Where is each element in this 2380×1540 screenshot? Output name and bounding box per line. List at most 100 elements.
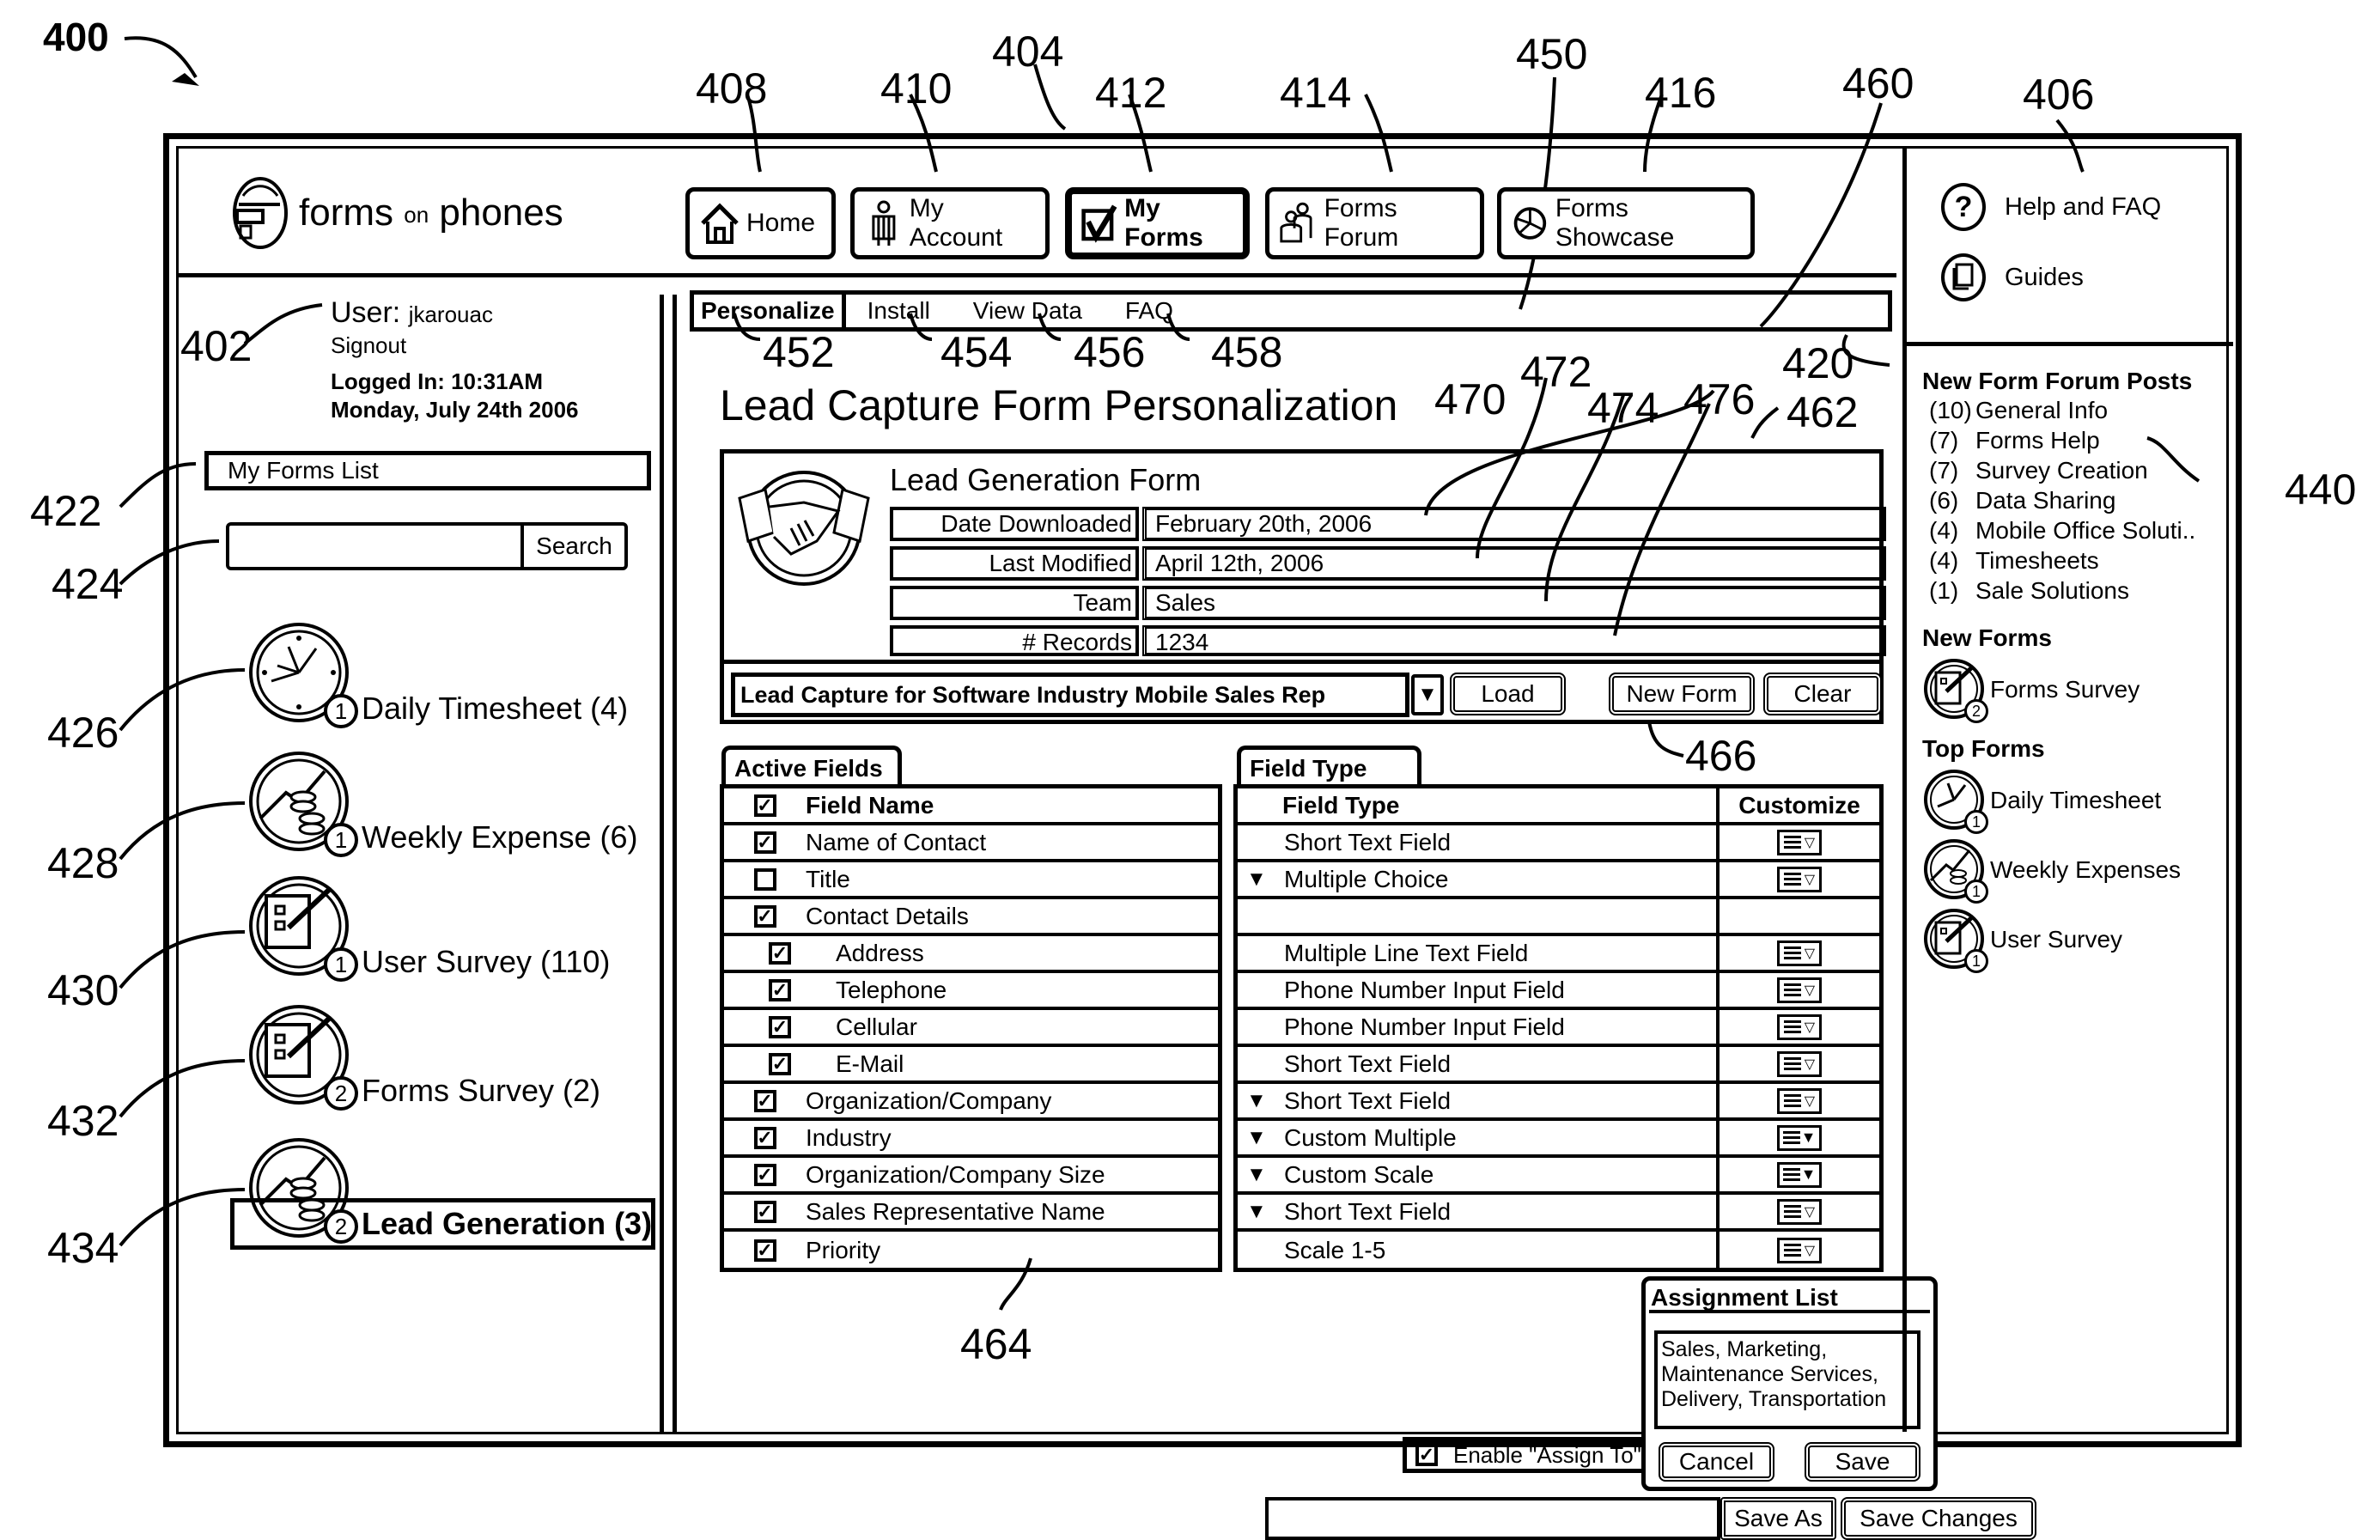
field-type-cell[interactable]: ▼ Multiple Choice bbox=[1238, 866, 1716, 893]
dropdown-arrow-icon[interactable]: ▼ bbox=[1411, 674, 1444, 715]
field-checkbox[interactable]: ✓ bbox=[753, 904, 776, 928]
field-type-cell[interactable]: Short Text Field bbox=[1238, 1050, 1716, 1078]
form-list-item-daily-timesheet[interactable]: 1 Daily Timesheet (4) bbox=[247, 621, 628, 728]
table-row: ✓ E-Mail bbox=[724, 1047, 1218, 1084]
customize-icon[interactable]: ▽ bbox=[1777, 829, 1822, 855]
customize-icon[interactable]: ▽ bbox=[1777, 1198, 1822, 1225]
field-type-cell[interactable]: Multiple Line Text Field bbox=[1238, 940, 1716, 967]
field-checkbox[interactable]: ✓ bbox=[753, 831, 776, 854]
field-types-rows: Short Text Field ▽ ▼ Multiple Choice ▽ Multip… bbox=[1238, 825, 1879, 1269]
field-name: Cellular bbox=[836, 1013, 917, 1040]
form-badge: 1 bbox=[324, 823, 358, 857]
field-checkbox[interactable]: ✓ bbox=[769, 1015, 791, 1038]
signout-link[interactable]: Signout bbox=[331, 332, 579, 360]
customize-icon[interactable]: ▽ bbox=[1777, 1013, 1822, 1040]
my-forms-list-header[interactable]: My Forms List bbox=[204, 451, 651, 490]
save-as-name-input[interactable] bbox=[1265, 1497, 1720, 1540]
field-checkbox[interactable] bbox=[753, 867, 776, 891]
forum-post-link[interactable]: (7) Survey Creation bbox=[1922, 455, 2223, 485]
sidebar-scrollbar[interactable] bbox=[660, 295, 677, 1432]
new-form-button[interactable]: New Form bbox=[1609, 673, 1755, 715]
form-list-item-user-survey[interactable]: 1 User Survey (110) bbox=[247, 874, 610, 982]
field-checkbox[interactable]: ✓ bbox=[753, 1200, 776, 1223]
forum-post-link[interactable]: (4) Mobile Office Soluti.. bbox=[1922, 515, 2223, 545]
search-input[interactable] bbox=[229, 526, 524, 567]
customize-icon[interactable]: ▼ bbox=[1777, 1161, 1822, 1188]
tab-faq[interactable]: FAQ bbox=[1104, 297, 1195, 325]
tab-install[interactable]: Install bbox=[846, 297, 952, 325]
customize-icon[interactable]: ▽ bbox=[1777, 977, 1822, 1003]
form-list-item-lead-generation[interactable]: 2 Lead Generation (3) bbox=[247, 1136, 652, 1244]
field-checkbox[interactable]: ✓ bbox=[753, 1089, 776, 1112]
nav-my-forms-button[interactable]: My Forms bbox=[1065, 187, 1250, 259]
forum-post-link[interactable]: (6) Data Sharing bbox=[1922, 485, 2223, 515]
template-select[interactable]: Lead Capture for Software Industry Mobil… bbox=[731, 673, 1409, 717]
customize-icon[interactable]: ▽ bbox=[1777, 1050, 1822, 1077]
form-name: Lead Generation Form bbox=[890, 462, 1202, 497]
guides-link[interactable]: Guides bbox=[1941, 253, 2084, 301]
field-type-cell[interactable]: ▼ Custom Multiple bbox=[1238, 1124, 1716, 1152]
table-row: ▼ Custom Multiple ▼ bbox=[1238, 1121, 1879, 1158]
popup-save-button[interactable]: Save bbox=[1805, 1442, 1920, 1482]
form-icon-wrapper: 1 bbox=[1922, 768, 1988, 834]
nav-forms-showcase-button[interactable]: Forms Showcase bbox=[1497, 187, 1755, 259]
field-checkbox[interactable]: ✓ bbox=[753, 1126, 776, 1149]
help-faq-link[interactable]: ? Help and FAQ bbox=[1941, 183, 2161, 231]
checkbox-cell: ✓ bbox=[724, 904, 806, 928]
enable-assign-to-checkbox[interactable]: ✓ bbox=[1415, 1444, 1438, 1466]
field-type-cell[interactable]: ▼ Short Text Field bbox=[1238, 1198, 1716, 1226]
field-checkbox[interactable]: ✓ bbox=[769, 941, 791, 965]
save-changes-button[interactable]: Save Changes bbox=[1841, 1497, 2036, 1540]
field-type-cell[interactable]: ▼ Short Text Field bbox=[1238, 1087, 1716, 1115]
search-button[interactable]: Search bbox=[524, 526, 624, 567]
app-window-inner: forms on phones Home My Account My Forms… bbox=[176, 146, 2233, 1540]
logo[interactable]: forms on phones bbox=[230, 174, 563, 252]
popup-cancel-button[interactable]: Cancel bbox=[1659, 1442, 1774, 1482]
sidebar-form-link[interactable]: 2 Forms Survey bbox=[1922, 657, 2223, 723]
field-type-cell[interactable]: Phone Number Input Field bbox=[1238, 977, 1716, 1004]
form-label: Weekly Expense (6) bbox=[362, 819, 638, 855]
field-type: Short Text Field bbox=[1284, 1087, 1452, 1114]
field-checkbox[interactable]: ✓ bbox=[753, 1163, 776, 1186]
field-type-cell[interactable]: Scale 1-5 bbox=[1238, 1237, 1716, 1264]
forum-post-link[interactable]: (1) Sale Solutions bbox=[1922, 575, 2223, 606]
field-type-cell[interactable]: Short Text Field bbox=[1238, 829, 1716, 856]
tab-active-fields[interactable]: Active Fields bbox=[721, 746, 902, 788]
forum-post-link[interactable]: (7) Forms Help bbox=[1922, 425, 2223, 455]
info-label: Team bbox=[890, 586, 1139, 620]
field-checkbox[interactable]: ✓ bbox=[753, 1239, 776, 1262]
customize-icon[interactable]: ▽ bbox=[1777, 866, 1822, 892]
customize-cell bbox=[1716, 899, 1879, 933]
customize-icon[interactable]: ▽ bbox=[1777, 1237, 1822, 1263]
field-checkbox[interactable]: ✓ bbox=[769, 978, 791, 1001]
form-list-item-weekly-expense[interactable]: 1 Weekly Expense (6) bbox=[247, 750, 637, 857]
sidebar-form-link[interactable]: 1 Weekly Expenses bbox=[1922, 837, 2223, 904]
field-checkbox[interactable]: ✓ bbox=[769, 1052, 791, 1075]
checkbox-cell: ✓ bbox=[724, 1239, 806, 1262]
tab-field-type[interactable]: Field Type bbox=[1237, 746, 1421, 788]
column-header-field-name: Field Name bbox=[806, 791, 934, 819]
assignment-list-textarea[interactable]: Sales, Marketing, Maintenance Services, … bbox=[1654, 1330, 1920, 1429]
save-as-button[interactable]: Save As bbox=[1720, 1497, 1836, 1540]
customize-icon[interactable]: ▽ bbox=[1777, 940, 1822, 966]
forum-post-link[interactable]: (10) General Info bbox=[1922, 395, 2223, 425]
nav-my-account-button[interactable]: My Account bbox=[850, 187, 1050, 259]
customize-icon[interactable]: ▼ bbox=[1777, 1124, 1822, 1151]
form-info-panel: Lead Generation Form Date Downloaded Feb… bbox=[720, 449, 1886, 664]
tab-view-data[interactable]: View Data bbox=[952, 297, 1104, 325]
sidebar-form-link[interactable]: 1 Daily Timesheet bbox=[1922, 768, 2223, 834]
forum-post-link[interactable]: (4) Timesheets bbox=[1922, 545, 2223, 575]
form-icon-wrapper: 2 bbox=[1922, 657, 1988, 723]
field-type-cell[interactable]: Phone Number Input Field bbox=[1238, 1013, 1716, 1041]
customize-icon[interactable]: ▽ bbox=[1777, 1087, 1822, 1114]
form-list-item-forms-survey[interactable]: 2 Forms Survey (2) bbox=[247, 1003, 600, 1111]
clear-button[interactable]: Clear bbox=[1763, 673, 1882, 715]
field-name: Title bbox=[806, 865, 850, 892]
load-button[interactable]: Load bbox=[1450, 673, 1566, 715]
tab-personalize[interactable]: Personalize bbox=[694, 295, 846, 327]
select-all-checkbox[interactable]: ✓ bbox=[753, 794, 776, 817]
field-type-cell[interactable]: ▼ Custom Scale bbox=[1238, 1161, 1716, 1189]
nav-forms-forum-button[interactable]: Forms Forum bbox=[1265, 187, 1484, 259]
sidebar-form-link[interactable]: 1 User Survey bbox=[1922, 907, 2223, 973]
nav-home-button[interactable]: Home bbox=[685, 187, 836, 259]
